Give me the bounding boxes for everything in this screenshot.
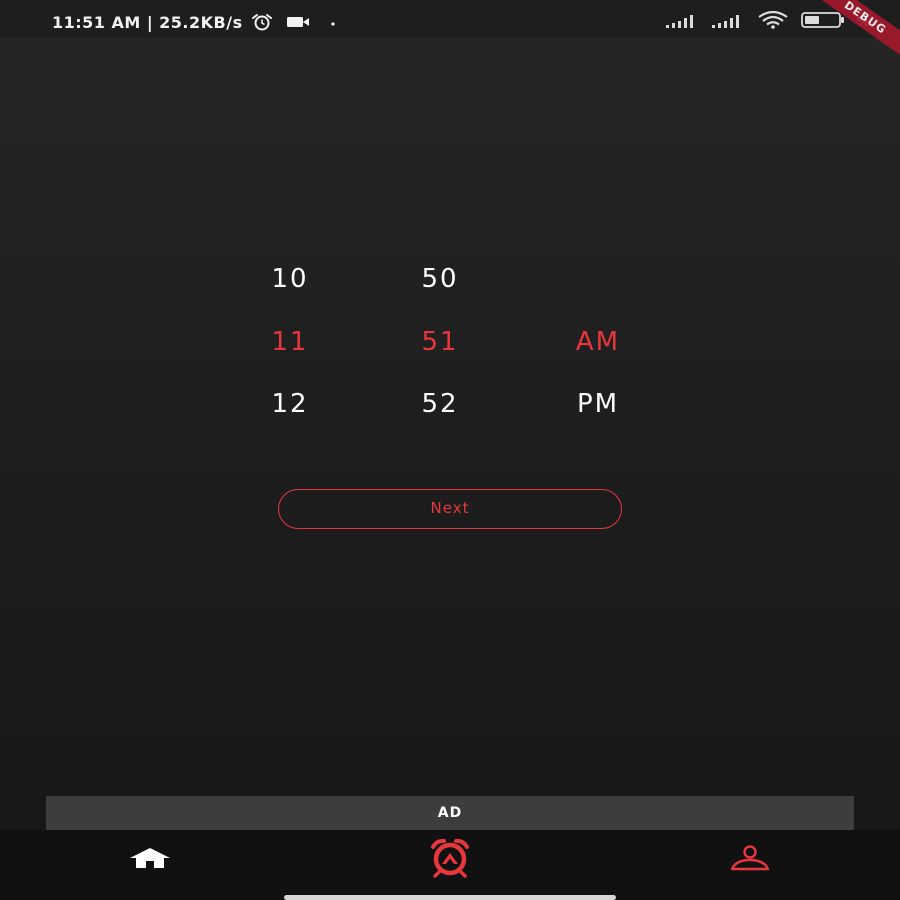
video-icon bbox=[281, 15, 315, 29]
hour-option-selected[interactable]: 11 bbox=[230, 322, 350, 362]
ad-banner[interactable]: AD bbox=[46, 796, 854, 830]
profile-icon bbox=[728, 845, 772, 875]
status-right: % bbox=[665, 10, 870, 33]
signal-icon bbox=[711, 13, 745, 32]
battery-icon bbox=[801, 12, 845, 32]
status-bar: 11:51 AM | 25.2KB/s DEBUG bbox=[0, 0, 900, 64]
status-left: 11:51 AM | 25.2KB/s bbox=[52, 11, 341, 33]
status-time: 11:51 AM bbox=[52, 12, 141, 32]
time-picker[interactable]: 10 11 12 50 51 52 AM PM bbox=[230, 248, 670, 438]
status-separator: | bbox=[146, 12, 154, 32]
bottom-nav bbox=[0, 830, 900, 900]
network-speed: 25.2KB/s bbox=[159, 12, 243, 32]
signal-icon bbox=[665, 13, 699, 32]
nav-home-button[interactable] bbox=[120, 838, 180, 882]
minute-option[interactable]: 50 bbox=[380, 259, 500, 299]
home-icon bbox=[127, 846, 173, 874]
period-option-selected[interactable]: AM bbox=[538, 322, 658, 362]
nav-profile-button[interactable] bbox=[720, 838, 780, 882]
next-button[interactable]: Next bbox=[278, 489, 622, 529]
alarm-icon bbox=[249, 13, 275, 31]
minute-option-selected[interactable]: 51 bbox=[380, 322, 500, 362]
hour-option[interactable]: 12 bbox=[230, 384, 350, 424]
nav-alarm-button[interactable] bbox=[420, 838, 480, 882]
home-indicator-bar[interactable] bbox=[284, 895, 616, 900]
alarm-icon bbox=[429, 838, 471, 882]
wifi-icon bbox=[757, 10, 789, 33]
dot-icon bbox=[321, 15, 341, 29]
minute-option[interactable]: 52 bbox=[380, 384, 500, 424]
period-option[interactable]: PM bbox=[538, 384, 658, 424]
hour-option[interactable]: 10 bbox=[230, 259, 350, 299]
